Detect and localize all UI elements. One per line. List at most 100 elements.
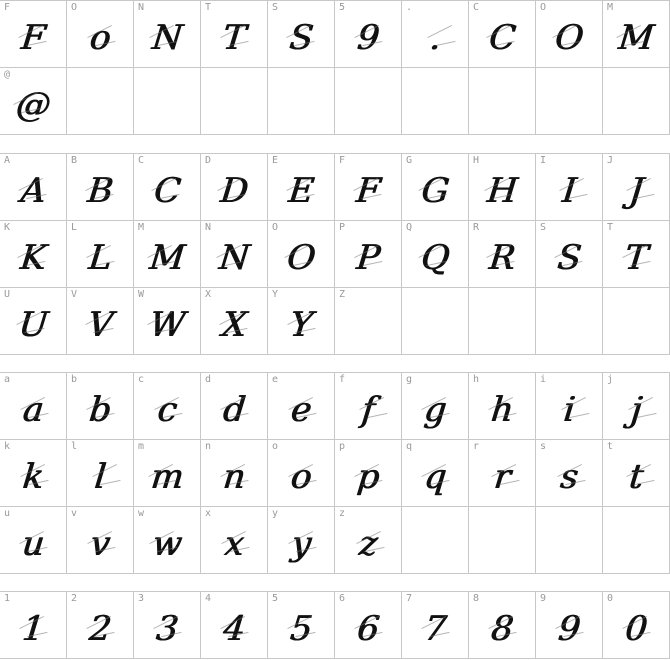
glyph-cell: TT	[603, 221, 670, 288]
glyph-sample: T	[600, 229, 670, 287]
glyph-character: z	[356, 524, 380, 564]
glyph-cell: jj	[603, 373, 670, 440]
glyph-character: j	[628, 390, 644, 430]
glyph-character: R	[487, 238, 517, 278]
glyph-sample: F	[0, 9, 69, 67]
glyph-sample: C	[131, 162, 203, 220]
glyph-sample: H	[466, 162, 538, 220]
glyph-character: l	[92, 457, 108, 497]
glyph-cell: qq	[402, 440, 469, 507]
glyph-sample: x	[198, 515, 270, 573]
glyph-sample: A	[0, 162, 69, 220]
section-sample-text: F F Oo N N T T S S 5 9.. C C O O M M @ @	[0, 0, 670, 135]
glyph-cell: KK	[0, 221, 67, 288]
glyph-cell: ..	[402, 1, 469, 68]
glyph-cell: 11	[0, 592, 67, 659]
glyph-sample: 6	[332, 600, 404, 658]
section-lowercase: aabbccddeeffgghhiijj kkllmmnnooppqqrrsstt…	[0, 372, 670, 574]
glyph-sample: C	[466, 9, 538, 67]
glyph-character: T	[622, 238, 650, 278]
glyph-sample: D	[198, 162, 270, 220]
glyph-character: F	[19, 18, 47, 58]
glyph-cell: bb	[67, 373, 134, 440]
glyph-sample: k	[0, 448, 69, 506]
glyph-character: G	[419, 171, 451, 211]
glyph-cell: CC	[469, 1, 536, 68]
glyph-character: V	[85, 305, 115, 345]
glyph-character: Q	[418, 238, 452, 278]
glyph-character: S	[287, 18, 315, 58]
glyph-character: B	[85, 171, 115, 211]
glyph-cell: 99	[536, 592, 603, 659]
glyph-character: 9	[556, 609, 582, 649]
glyph-sample: h	[466, 381, 538, 439]
glyph-sample: e	[265, 381, 337, 439]
glyph-character: m	[148, 457, 186, 497]
glyph-cell: kk	[0, 440, 67, 507]
glyph-cell	[268, 68, 335, 135]
glyph-sample: o	[265, 448, 337, 506]
glyph-character: y	[289, 524, 313, 564]
glyph-sample: I	[533, 162, 605, 220]
glyph-sample: J	[600, 162, 670, 220]
glyph-sample: n	[198, 448, 270, 506]
glyph-cell	[603, 68, 670, 135]
glyph-sample: X	[198, 296, 270, 354]
glyph-cell: 55	[268, 592, 335, 659]
glyph-sample	[466, 515, 538, 573]
glyph-sample: 4	[198, 600, 270, 658]
glyph-character: J	[627, 171, 645, 211]
glyph-sample: 0	[600, 600, 670, 658]
glyph-cell: YY	[268, 288, 335, 355]
glyph-sample	[533, 515, 605, 573]
glyph-cell: dd	[201, 373, 268, 440]
glyph-sample: W	[131, 296, 203, 354]
glyph-cell: zz	[335, 507, 402, 574]
glyph-cell: AA	[0, 154, 67, 221]
glyph-cell: NN	[201, 221, 268, 288]
glyph-sample: E	[265, 162, 337, 220]
glyph-cell	[469, 507, 536, 574]
glyph-sample: Q	[399, 229, 471, 287]
glyph-cell: XX	[201, 288, 268, 355]
glyph-sample	[533, 296, 605, 354]
glyph-character: 1	[20, 609, 46, 649]
glyph-cell: HH	[469, 154, 536, 221]
glyph-sample: b	[64, 381, 136, 439]
glyph-character: D	[218, 171, 250, 211]
glyph-character: 4	[221, 609, 247, 649]
glyph-sample: c	[131, 381, 203, 439]
glyph-character: L	[86, 238, 114, 278]
glyph-sample: K	[0, 229, 69, 287]
glyph-character: h	[488, 390, 516, 430]
glyph-cell	[469, 288, 536, 355]
glyph-sample: V	[64, 296, 136, 354]
glyph-sample: d	[198, 381, 270, 439]
glyph-cell: EE	[268, 154, 335, 221]
glyph-cell: pp	[335, 440, 402, 507]
glyph-cell	[536, 68, 603, 135]
glyph-cell: 88	[469, 592, 536, 659]
glyph-cell: gg	[402, 373, 469, 440]
glyph-character: N	[150, 18, 184, 58]
glyph-character: k	[20, 457, 46, 497]
glyph-cell: 22	[67, 592, 134, 659]
glyph-character: s	[558, 457, 580, 497]
glyph-sample: 9	[533, 600, 605, 658]
glyph-cell: @ @	[0, 68, 67, 135]
glyph-character: A	[18, 171, 48, 211]
glyph-sample	[332, 76, 404, 134]
glyph-cell: SS	[536, 221, 603, 288]
glyph-cell: RR	[469, 221, 536, 288]
glyph-cell	[67, 68, 134, 135]
glyph-sample	[198, 76, 270, 134]
glyph-character: M	[147, 238, 187, 278]
glyph-cell: uu	[0, 507, 67, 574]
glyph-cell: 77	[402, 592, 469, 659]
glyph-sample: v	[64, 515, 136, 573]
glyph-sample: M	[600, 9, 670, 67]
glyph-character: 3	[154, 609, 180, 649]
glyph-cell: aa	[0, 373, 67, 440]
glyph-cell: 66	[335, 592, 402, 659]
glyph-cell: JJ	[603, 154, 670, 221]
